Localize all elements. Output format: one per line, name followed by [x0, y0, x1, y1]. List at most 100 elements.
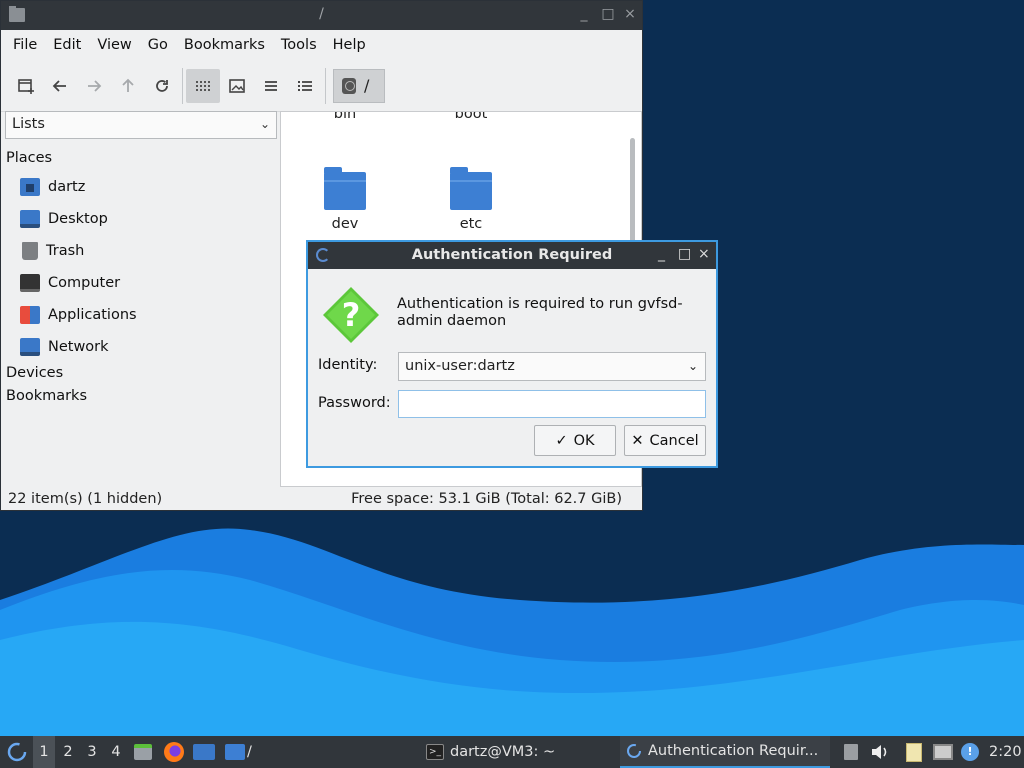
dialog-titlebar[interactable]: Authentication Required _ □ ×	[308, 242, 716, 269]
workspace-1[interactable]: 1	[33, 736, 55, 768]
cancel-button[interactable]: ✕ Cancel	[624, 425, 706, 456]
side-pane-mode-select[interactable]: Lists ⌄	[5, 111, 277, 139]
folder-item[interactable]: boot	[431, 112, 511, 122]
toolbar-separator	[182, 67, 183, 104]
desktop-launcher[interactable]	[193, 736, 215, 768]
lxqt-logo-icon	[627, 744, 641, 758]
place-label: Computer	[48, 275, 121, 291]
start-menu-button[interactable]	[5, 736, 29, 768]
places-header[interactable]: Places	[6, 150, 52, 166]
computer-icon	[20, 274, 40, 292]
eject-icon	[844, 744, 858, 760]
home-folder-icon	[20, 178, 40, 196]
speaker-icon	[872, 745, 887, 759]
dialog-minimize-button[interactable]: _	[658, 246, 665, 262]
notification-tray-icon[interactable]: !	[961, 736, 979, 768]
new-tab-icon[interactable]	[9, 69, 43, 103]
terminal-icon: >_	[426, 744, 444, 760]
place-item-trash[interactable]: Trash	[20, 239, 84, 263]
maximize-button[interactable]: □	[599, 6, 617, 22]
free-space: Free space: 53.1 GiB (Total: 62.7 GiB)	[351, 491, 622, 507]
network-icon	[20, 338, 40, 356]
devices-header[interactable]: Devices	[6, 365, 63, 381]
drive-icon	[342, 77, 356, 94]
menu-edit[interactable]: Edit	[45, 37, 89, 53]
reload-icon[interactable]	[145, 69, 179, 103]
identity-select[interactable]: unix-user:dartz ⌄	[398, 352, 706, 381]
info-icon: !	[961, 743, 979, 761]
file-manager-launcher[interactable]	[134, 736, 152, 768]
clipboard-tray-icon[interactable]	[906, 736, 922, 768]
place-item-applications[interactable]: Applications	[20, 303, 137, 327]
icon-view-icon[interactable]	[186, 68, 220, 103]
auth-task-label: Authentication Requir...	[648, 743, 819, 759]
path-label: /	[364, 76, 370, 95]
password-input[interactable]	[398, 390, 706, 418]
workspace-3[interactable]: 3	[81, 736, 103, 768]
show-desktop-icon	[193, 744, 215, 760]
place-label: dartz	[48, 179, 86, 195]
menu-tools[interactable]: Tools	[273, 37, 325, 53]
eject-tray-icon[interactable]	[844, 736, 858, 768]
password-label: Password:	[318, 395, 391, 411]
place-label: Trash	[46, 243, 85, 259]
folder-icon	[225, 744, 245, 760]
back-arrow-icon[interactable]	[43, 69, 77, 103]
place-item-network[interactable]: Network	[20, 335, 109, 359]
statusbar: 22 item(s) (1 hidden) Free space: 53.1 G…	[1, 488, 642, 512]
detailed-list-view-icon[interactable]	[288, 69, 322, 103]
up-arrow-icon[interactable]	[111, 69, 145, 103]
place-item-computer[interactable]: Computer	[20, 271, 120, 295]
compact-view-icon[interactable]	[254, 69, 288, 103]
clock[interactable]: 2:20	[989, 736, 1022, 768]
menu-file[interactable]: File	[5, 37, 45, 53]
folder-label: bin	[333, 111, 357, 122]
folder-item[interactable]: etc	[431, 167, 511, 232]
toolbar: /	[1, 60, 642, 112]
bookmarks-header[interactable]: Bookmarks	[6, 388, 87, 404]
volume-tray-icon[interactable]	[870, 736, 890, 768]
firefox-launcher[interactable]	[164, 736, 184, 768]
place-label: Applications	[48, 307, 137, 323]
fm-titlebar[interactable]: / _ □ ×	[1, 1, 642, 30]
folder-task[interactable]: /	[225, 736, 252, 768]
place-item-desktop[interactable]: Desktop	[20, 207, 108, 231]
side-pane: Lists ⌄ Places dartz Desktop Trash Compu…	[3, 111, 278, 487]
taskbar: 1 2 3 4 / >_ dartz@VM3: ~ Authentication…	[0, 736, 1024, 768]
network-icon	[933, 744, 953, 760]
folder-item[interactable]: dev	[305, 167, 385, 232]
thumbnail-view-icon[interactable]	[220, 69, 254, 103]
ok-label: OK	[573, 432, 595, 449]
menu-bookmarks[interactable]: Bookmarks	[176, 37, 273, 53]
terminal-task[interactable]: >_ dartz@VM3: ~	[420, 736, 618, 768]
ok-button[interactable]: ✓ OK	[534, 425, 616, 456]
auth-dialog-task[interactable]: Authentication Requir...	[620, 736, 830, 768]
menu-help[interactable]: Help	[325, 37, 374, 53]
identity-label: Identity:	[318, 357, 378, 373]
authentication-dialog: Authentication Required _ □ × ? Authenti…	[306, 240, 718, 468]
desktop-icon	[20, 210, 40, 228]
svg-text:?: ?	[342, 296, 361, 334]
terminal-task-label: dartz@VM3: ~	[450, 744, 556, 760]
folder-item[interactable]: bin	[305, 111, 385, 122]
chevron-down-icon: ⌄	[687, 359, 698, 373]
dialog-maximize-button[interactable]: □	[678, 246, 691, 262]
forward-arrow-icon[interactable]	[77, 69, 111, 103]
place-item-home[interactable]: dartz	[20, 175, 85, 199]
workspace-4[interactable]: 4	[105, 736, 127, 768]
menubar: File Edit View Go Bookmarks Tools Help	[1, 30, 642, 60]
place-label: Desktop	[48, 211, 108, 227]
workspace-2[interactable]: 2	[57, 736, 79, 768]
close-button[interactable]: ×	[621, 6, 639, 22]
auth-message: Authentication is required to run gvfsd-…	[397, 296, 683, 329]
network-tray-icon[interactable]	[933, 736, 953, 768]
path-root-button[interactable]: /	[333, 68, 385, 103]
toolbar-separator	[325, 67, 326, 104]
menu-go[interactable]: Go	[140, 37, 176, 53]
place-label: Network	[48, 339, 109, 355]
dialog-title: Authentication Required	[411, 247, 613, 263]
minimize-button[interactable]: _	[575, 6, 593, 22]
menu-view[interactable]: View	[89, 37, 139, 53]
firefox-icon	[164, 742, 184, 762]
dialog-close-button[interactable]: ×	[698, 246, 710, 262]
